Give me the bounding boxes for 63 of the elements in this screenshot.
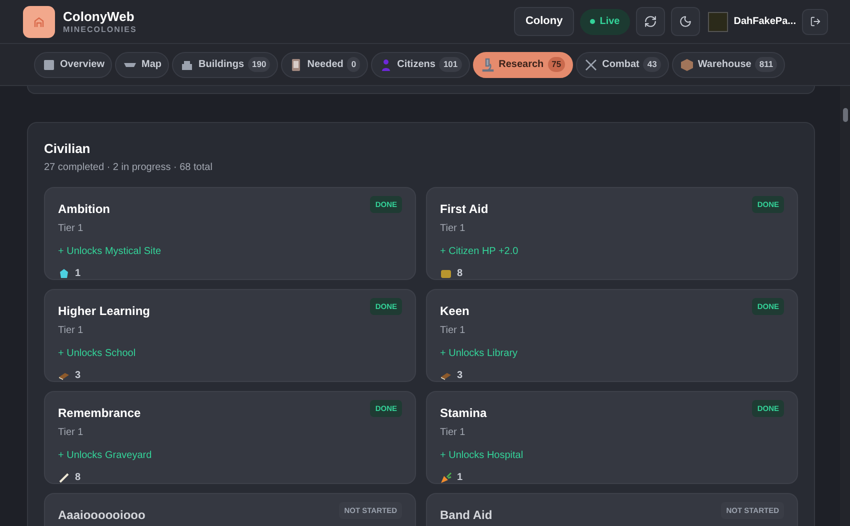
microscope-icon [480, 58, 495, 72]
tier-label: Tier 1 [440, 324, 466, 338]
count-badge: 101 [439, 57, 462, 72]
research-effect: + Unlocks School [58, 347, 136, 361]
colony-button[interactable]: Colony [514, 7, 574, 36]
tier-label: Tier 1 [440, 222, 466, 236]
live-badge: Live [580, 8, 630, 34]
refresh-icon [644, 15, 657, 28]
tier-label: Tier 1 [58, 426, 84, 440]
square-icon [42, 58, 56, 72]
section-title: Civilian [44, 141, 92, 157]
section-summary: 27 completed · 2 in progress · 68 total [44, 161, 214, 175]
cost-count: 8 [75, 471, 81, 485]
nav-tab[interactable]: Map [115, 52, 170, 78]
research-effect: + Citizen HP +2.0 [440, 245, 518, 259]
app-subtitle: MINECOLONIES [63, 26, 137, 34]
scrollbar[interactable] [840, 86, 850, 526]
nav-tab[interactable]: Buildings 190 [172, 52, 278, 78]
cost-count: 8 [457, 267, 463, 281]
gem-icon [58, 268, 70, 280]
research-name: Remembrance [58, 405, 141, 422]
count-badge: 190 [248, 57, 270, 72]
nav-tab[interactable]: Needed 0 [281, 52, 368, 78]
research-name: Higher Learning [58, 303, 150, 320]
house-icon [33, 16, 45, 28]
logout-icon [810, 16, 820, 27]
research-effect: + Unlocks Library [440, 347, 518, 361]
nav-tab[interactable]: Citizens 101 [371, 52, 470, 78]
nav-tab[interactable]: Overview [34, 52, 112, 78]
moon-icon [678, 15, 692, 28]
theme-toggle-button[interactable] [670, 7, 700, 36]
tier-label: Tier 1 [58, 222, 84, 236]
cost-count: 3 [457, 369, 463, 383]
research-name: Stamina [440, 405, 487, 422]
cost-count: 3 [75, 369, 81, 383]
username: DahFakePa... [734, 15, 796, 29]
crate-icon [680, 58, 694, 72]
refresh-button[interactable] [636, 7, 665, 36]
research-effect: + Unlocks Graveyard [58, 449, 152, 463]
count-badge: 43 [643, 57, 661, 72]
tier-label: Tier 1 [440, 426, 466, 440]
cost-count: 1 [457, 471, 463, 485]
research-name: Band Aid [440, 507, 492, 524]
count-badge: 75 [548, 57, 566, 72]
research-effect: + Unlocks Hospital [440, 449, 524, 463]
tier-label: Tier 1 [58, 324, 84, 338]
hay-bale-icon [440, 268, 452, 280]
nav-tab[interactable]: Warehouse 811 [672, 52, 786, 78]
avatar [708, 12, 728, 32]
nav-tab[interactable]: Combat 43 [576, 52, 669, 78]
count-badge: 811 [755, 57, 778, 72]
bone-icon [58, 472, 70, 484]
research-effect: + Unlocks Mystical Site [58, 245, 162, 259]
research-name: Ambition [58, 201, 110, 218]
logout-button[interactable] [802, 8, 828, 34]
research-name: Aaaioooooiooo [58, 507, 146, 524]
carrot-icon [440, 472, 452, 484]
research-name: First Aid [440, 201, 488, 218]
research-name: Keen [440, 303, 470, 320]
cost-count: 1 [75, 267, 81, 281]
nav-tab[interactable]: Research 75 [472, 52, 574, 78]
app-title: ColonyWeb [63, 10, 136, 22]
count-badge: 0 [347, 57, 360, 72]
